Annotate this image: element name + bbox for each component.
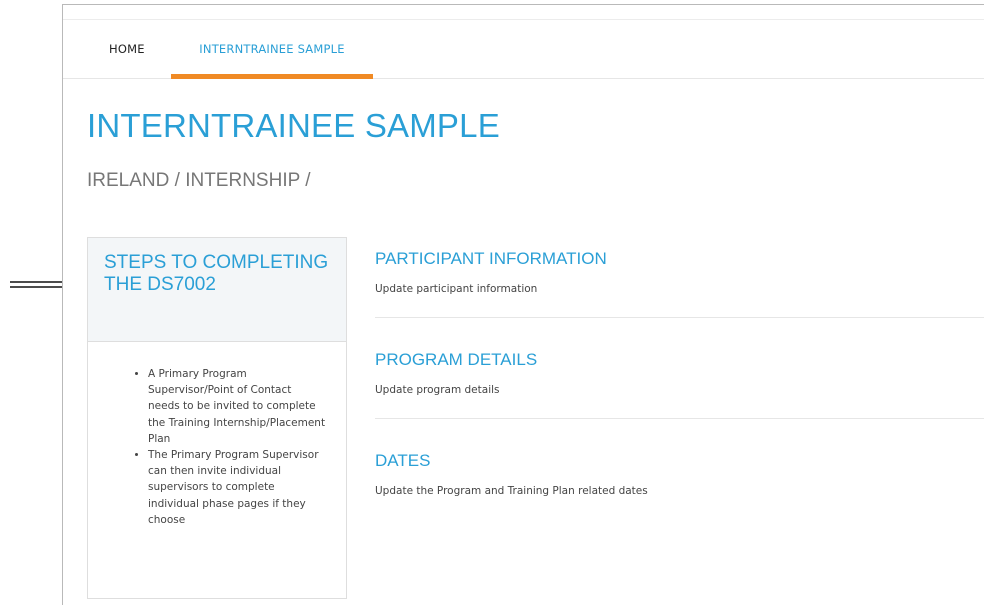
participant-information-description: Update participant information (375, 283, 538, 295)
program-details-link[interactable]: PROGRAM DETAILS (375, 350, 984, 370)
steps-list: A Primary Program Supervisor/Point of Co… (88, 342, 346, 528)
browser-frame: HOME INTERNTRAINEE SAMPLE INTERNTRAINEE … (62, 4, 984, 605)
breadcrumb-ireland[interactable]: IRELAND (87, 170, 169, 191)
dates-link[interactable]: DATES (375, 451, 984, 471)
dates-section: DATES Update the Program and Training Pl… (375, 451, 984, 497)
nav-interntrainee-tab[interactable]: INTERNTRAINEE SAMPLE (171, 20, 373, 79)
main-nav: HOME INTERNTRAINEE SAMPLE (63, 19, 984, 79)
page-title: INTERNTRAINEE SAMPLE (87, 107, 500, 144)
top-strip (63, 5, 984, 19)
steps-panel: STEPS TO COMPLETING THE DS7002 A Primary… (87, 237, 347, 599)
steps-panel-header: STEPS TO COMPLETING THE DS7002 (88, 238, 346, 342)
program-details-description: Update program details (375, 384, 500, 396)
participant-information-section: PARTICIPANT INFORMATION Update participa… (375, 249, 984, 295)
nav-home-link[interactable]: HOME (109, 20, 145, 78)
section-divider (375, 317, 984, 318)
breadcrumb-internship[interactable]: INTERNSHIP (185, 170, 300, 191)
participant-information-link[interactable]: PARTICIPANT INFORMATION (375, 249, 984, 269)
steps-list-item: A Primary Program Supervisor/Point of Co… (148, 366, 326, 447)
dates-description: Update the Program and Training Plan rel… (375, 485, 648, 497)
program-details-section: PROGRAM DETAILS Update program details (375, 350, 984, 396)
steps-list-item: The Primary Program Supervisor can then … (148, 447, 326, 528)
section-divider (375, 418, 984, 419)
steps-title: STEPS TO COMPLETING THE DS7002 (104, 252, 329, 295)
breadcrumb: IRELAND / INTERNSHIP / (87, 170, 311, 191)
